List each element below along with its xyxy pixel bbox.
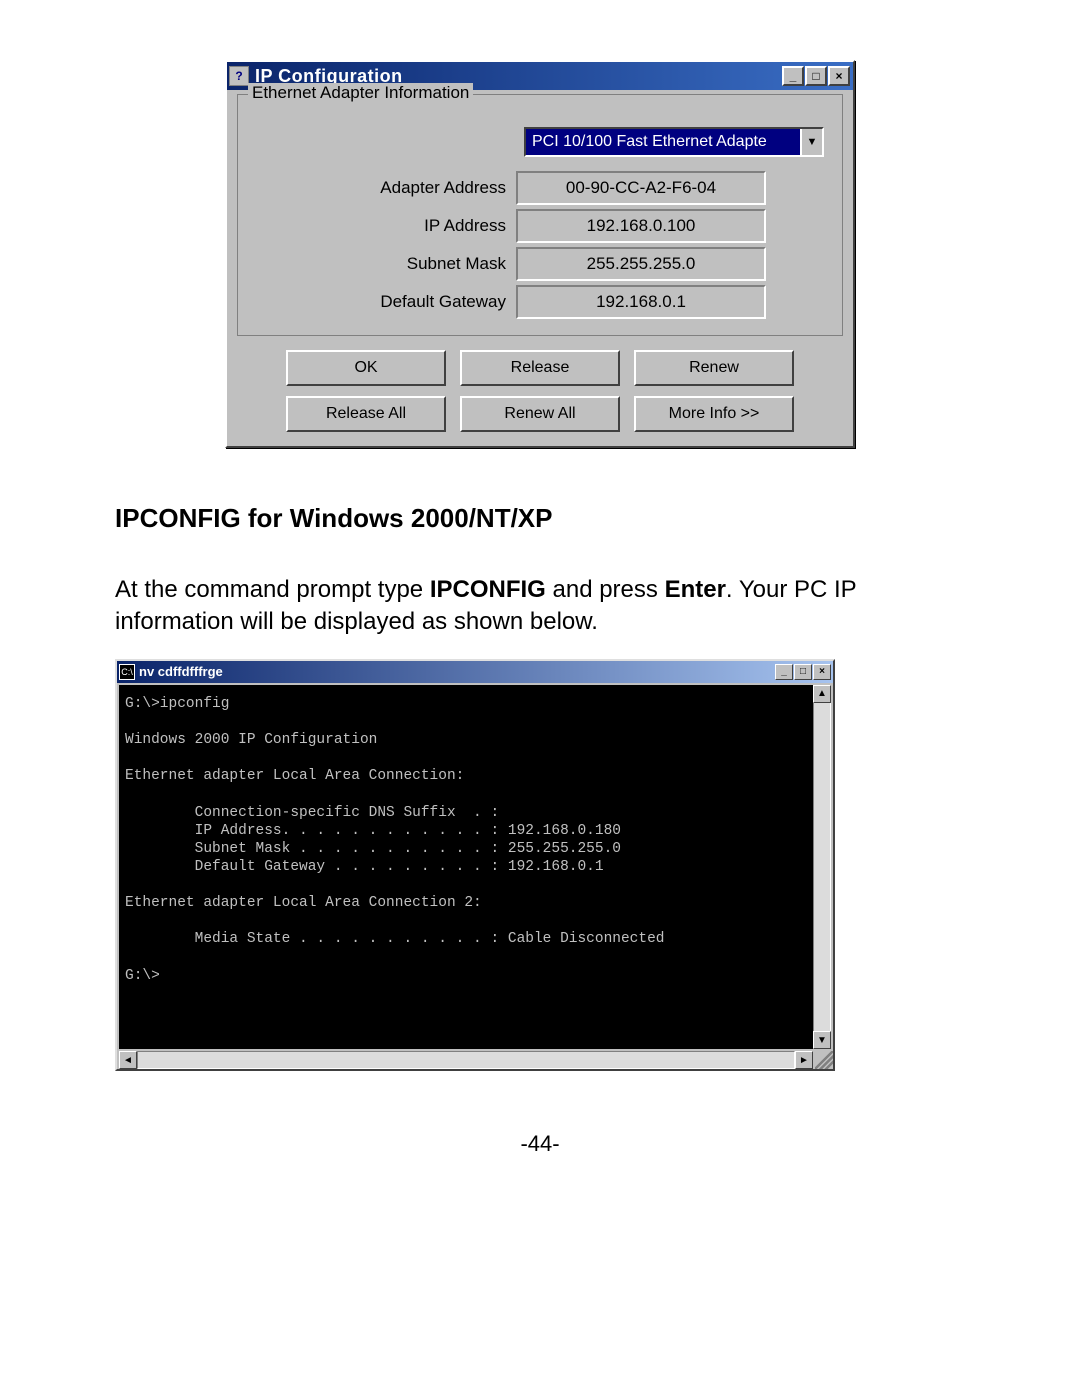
ip-configuration-window: ? IP Configuration _ □ × Ethernet Adapte… bbox=[225, 60, 855, 448]
subnet-mask-value: 255.255.255.0 bbox=[516, 247, 766, 281]
renew-all-button[interactable]: Renew All bbox=[460, 396, 620, 432]
cmd-maximize-button[interactable]: □ bbox=[794, 664, 812, 680]
adapter-address-label: Adapter Address bbox=[256, 178, 516, 198]
cmd-vertical-scrollbar[interactable]: ▲ ▼ bbox=[813, 685, 831, 1049]
scroll-left-icon[interactable]: ◄ bbox=[119, 1051, 137, 1069]
subnet-mask-label: Subnet Mask bbox=[256, 254, 516, 274]
adapter-select-value: PCI 10/100 Fast Ethernet Adapte bbox=[526, 133, 800, 151]
body-paragraph: At the command prompt type IPCONFIG and … bbox=[115, 574, 965, 639]
adapter-address-value: 00-90-CC-A2-F6-04 bbox=[516, 171, 766, 205]
close-button[interactable]: × bbox=[828, 66, 850, 86]
cmd-titlebar[interactable]: C:\ nv cdffdfffrge _ □ × bbox=[117, 661, 833, 683]
cmd-output[interactable]: G:\>ipconfig Windows 2000 IP Configurati… bbox=[119, 685, 813, 1049]
page-number: -44- bbox=[115, 1131, 965, 1157]
minimize-button[interactable]: _ bbox=[782, 66, 804, 86]
renew-button[interactable]: Renew bbox=[634, 350, 794, 386]
scroll-up-icon[interactable]: ▲ bbox=[813, 685, 831, 703]
ok-button[interactable]: OK bbox=[286, 350, 446, 386]
cmd-title: nv cdffdfffrge bbox=[139, 664, 775, 679]
section-heading: IPCONFIG for Windows 2000/NT/XP bbox=[115, 503, 965, 534]
cmd-horizontal-scrollbar[interactable]: ◄ ► bbox=[119, 1051, 813, 1069]
para-frag-d: Enter bbox=[665, 576, 726, 603]
release-button[interactable]: Release bbox=[460, 350, 620, 386]
cmd-minimize-button[interactable]: _ bbox=[775, 664, 793, 680]
groupbox-legend: Ethernet Adapter Information bbox=[248, 83, 473, 103]
maximize-button[interactable]: □ bbox=[805, 66, 827, 86]
default-gateway-label: Default Gateway bbox=[256, 292, 516, 312]
para-frag-b: IPCONFIG bbox=[430, 576, 546, 603]
para-frag-a: At the command prompt type bbox=[115, 576, 430, 603]
vscroll-track[interactable] bbox=[813, 703, 831, 1031]
ip-address-value: 192.168.0.100 bbox=[516, 209, 766, 243]
scroll-down-icon[interactable]: ▼ bbox=[813, 1031, 831, 1049]
para-frag-c: and press bbox=[546, 576, 665, 603]
command-prompt-window: C:\ nv cdffdfffrge _ □ × G:\>ipconfig Wi… bbox=[115, 659, 835, 1071]
resize-grip-icon[interactable] bbox=[815, 1051, 833, 1069]
ip-address-label: IP Address bbox=[256, 216, 516, 236]
ipconfig-app-icon: ? bbox=[229, 66, 249, 86]
cmd-app-icon: C:\ bbox=[119, 664, 135, 680]
scroll-right-icon[interactable]: ► bbox=[795, 1051, 813, 1069]
chevron-down-icon[interactable]: ▼ bbox=[800, 129, 822, 155]
cmd-close-button[interactable]: × bbox=[813, 664, 831, 680]
hscroll-track[interactable] bbox=[137, 1051, 795, 1069]
adapter-select[interactable]: PCI 10/100 Fast Ethernet Adapte ▼ bbox=[524, 127, 824, 157]
ethernet-adapter-groupbox: Ethernet Adapter Information PCI 10/100 … bbox=[237, 94, 843, 336]
release-all-button[interactable]: Release All bbox=[286, 396, 446, 432]
default-gateway-value: 192.168.0.1 bbox=[516, 285, 766, 319]
more-info-button[interactable]: More Info >> bbox=[634, 396, 794, 432]
